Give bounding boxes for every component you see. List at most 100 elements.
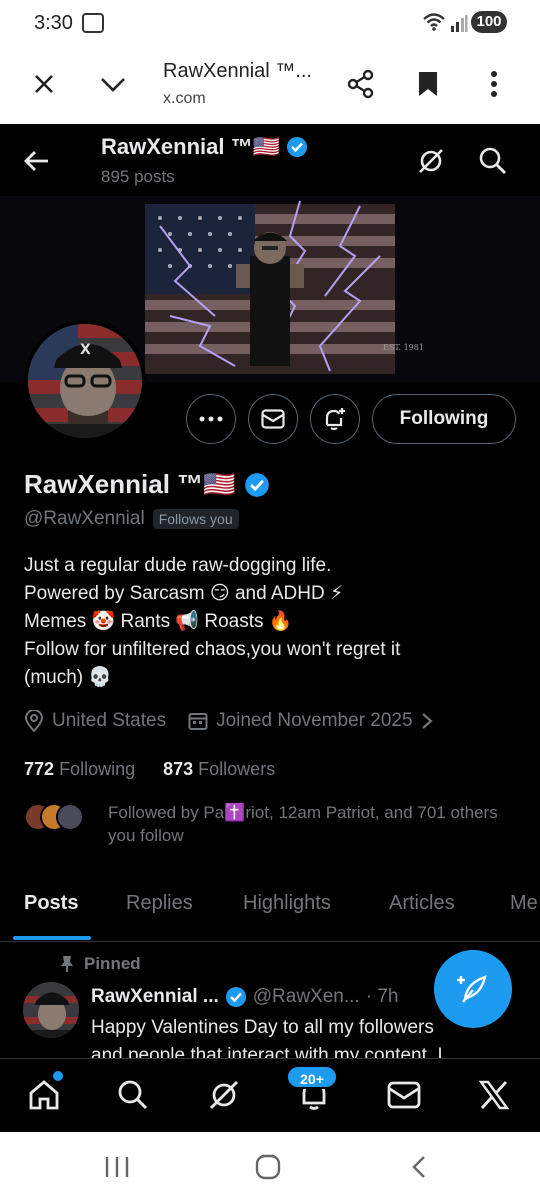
share-button[interactable]: [343, 66, 379, 102]
back-icon[interactable]: [404, 1154, 434, 1180]
bio-line: (much) 💀: [24, 667, 113, 688]
browser-page-title: RawXennial ™...: [163, 60, 312, 82]
bio-line: Follow for unfiltered chaos,you won't re…: [24, 639, 401, 660]
followers-count-link[interactable]: 873 Followers: [163, 759, 275, 780]
nav-messages[interactable]: [386, 1077, 422, 1113]
notify-button[interactable]: [310, 394, 360, 444]
post-header: RawXennial ... @RawXen... · 7h: [91, 986, 398, 1008]
system-navigation-bar: [0, 1132, 540, 1200]
browser-url: x.com: [163, 90, 206, 107]
x-profile-app: RawXennial ™🇺🇸 895 posts EST. 1981 X Fol…: [0, 124, 540, 1132]
mail-icon: [261, 409, 285, 429]
profile-handle: @RawXennial: [24, 508, 145, 529]
status-bar: 3:30 100: [0, 0, 540, 46]
nav-grok[interactable]: [206, 1077, 242, 1113]
profile-top-bar: RawXennial ™🇺🇸 895 posts: [0, 124, 540, 196]
message-button[interactable]: [248, 394, 298, 444]
pin-icon: [61, 956, 73, 972]
browser-toolbar: RawXennial ™... x.com: [0, 46, 540, 124]
post-time: · 7h: [365, 986, 399, 1007]
wifi-icon: [423, 13, 445, 31]
x-logo-icon: [478, 1080, 510, 1110]
followers-count: 873: [163, 759, 194, 779]
header-posts-count: 895 posts: [101, 167, 175, 186]
status-time: 3:30: [34, 12, 73, 34]
recents-icon[interactable]: [102, 1154, 132, 1180]
post-author-name[interactable]: RawXennial ...: [91, 986, 219, 1008]
grok-icon: [210, 1081, 238, 1109]
grok-icon[interactable]: [414, 144, 448, 178]
chevron-down-icon: [101, 78, 125, 92]
signal-icon: [451, 15, 468, 32]
profile-tabs: Posts Replies Highlights Articles Me: [0, 884, 540, 942]
bookmark-button[interactable]: [410, 66, 446, 102]
header-name-text: RawXennial ™🇺🇸: [101, 134, 280, 159]
joined-text: Joined November 2025: [216, 710, 413, 731]
bottom-navigation: 20+: [0, 1058, 540, 1132]
compose-post-button[interactable]: [434, 950, 512, 1028]
post-avatar-image: [23, 982, 79, 1038]
profile-meta: United States Joined November 2025: [24, 710, 455, 732]
follower-avatar: [56, 803, 84, 831]
verified-badge-icon: [225, 987, 246, 1007]
followers-count-label: Followers: [198, 759, 276, 779]
followed-by-text: Followed by Pa✝️riot, 12am Patriot, and …: [108, 803, 498, 845]
profile-handle-row: @RawXennial Follows you: [24, 508, 239, 530]
close-icon: [35, 75, 53, 93]
home-unread-dot: [53, 1071, 63, 1081]
location-text: United States: [52, 710, 167, 731]
notification-count-badge: 20+: [286, 1065, 338, 1089]
screenshot-indicator-icon: [82, 13, 104, 33]
share-icon: [347, 69, 374, 99]
profile-name-text: RawXennial ™🇺🇸: [24, 469, 236, 499]
search-icon[interactable]: [476, 144, 510, 178]
nav-search[interactable]: [115, 1077, 151, 1113]
tab-posts[interactable]: Posts: [24, 892, 78, 915]
nav-x[interactable]: [476, 1077, 512, 1113]
bio-line: Powered by Sarcasm 😏 and ADHD ⚡: [24, 583, 344, 604]
banner-est-text: EST. 1981: [383, 343, 424, 352]
pinned-label-row: Pinned: [60, 954, 141, 974]
mail-icon: [387, 1081, 421, 1109]
more-vertical-icon: [491, 71, 497, 97]
following-count-label: Following: [59, 759, 136, 779]
following-count-link[interactable]: 772 Following: [24, 759, 135, 780]
post-author-avatar[interactable]: [23, 982, 79, 1038]
follows-you-badge: Follows you: [152, 509, 239, 529]
profile-bio: Just a regular dude raw-dogging life. Po…: [24, 552, 524, 692]
bio-line: Memes 🤡 Rants 📢 Roasts 🔥: [24, 611, 293, 632]
bell-plus-icon: [325, 408, 345, 431]
location-pin-icon: [24, 710, 44, 732]
compose-feather-icon: [457, 975, 487, 1003]
tab-media[interactable]: Me: [510, 892, 538, 915]
following-button[interactable]: Following: [372, 394, 516, 444]
close-tab-button[interactable]: [26, 66, 62, 102]
profile-avatar[interactable]: X: [24, 320, 146, 442]
post-author-handle: @RawXen...: [252, 986, 360, 1007]
followed-by-section[interactable]: Followed by Pa✝️riot, 12am Patriot, and …: [24, 801, 524, 851]
header-profile-name: RawXennial ™🇺🇸: [101, 134, 308, 160]
chevron-right-icon: [421, 713, 433, 729]
svg-text:X: X: [80, 342, 91, 358]
active-tab-indicator: [13, 936, 91, 940]
tab-replies[interactable]: Replies: [126, 892, 193, 915]
nav-home[interactable]: [26, 1077, 62, 1113]
tab-highlights[interactable]: Highlights: [243, 892, 331, 915]
follow-counts: 772 Following 873 Followers: [24, 759, 275, 780]
home-circle-icon[interactable]: [253, 1154, 283, 1180]
verified-badge-icon: [287, 137, 307, 157]
calendar-icon: [188, 713, 208, 730]
minimize-button[interactable]: [95, 66, 131, 102]
more-options-button[interactable]: [476, 66, 512, 102]
tab-articles[interactable]: Articles: [389, 892, 455, 915]
home-icon: [29, 1080, 59, 1110]
battery-indicator: 100: [471, 11, 507, 33]
joined-item[interactable]: Joined November 2025: [188, 710, 433, 732]
verified-badge-icon: [244, 472, 269, 497]
more-horizontal-icon: [199, 416, 223, 422]
search-icon: [118, 1080, 148, 1110]
back-arrow-icon[interactable]: [20, 144, 54, 178]
following-count: 772: [24, 759, 55, 779]
avatar-image: X: [28, 324, 142, 438]
more-button[interactable]: [186, 394, 236, 444]
